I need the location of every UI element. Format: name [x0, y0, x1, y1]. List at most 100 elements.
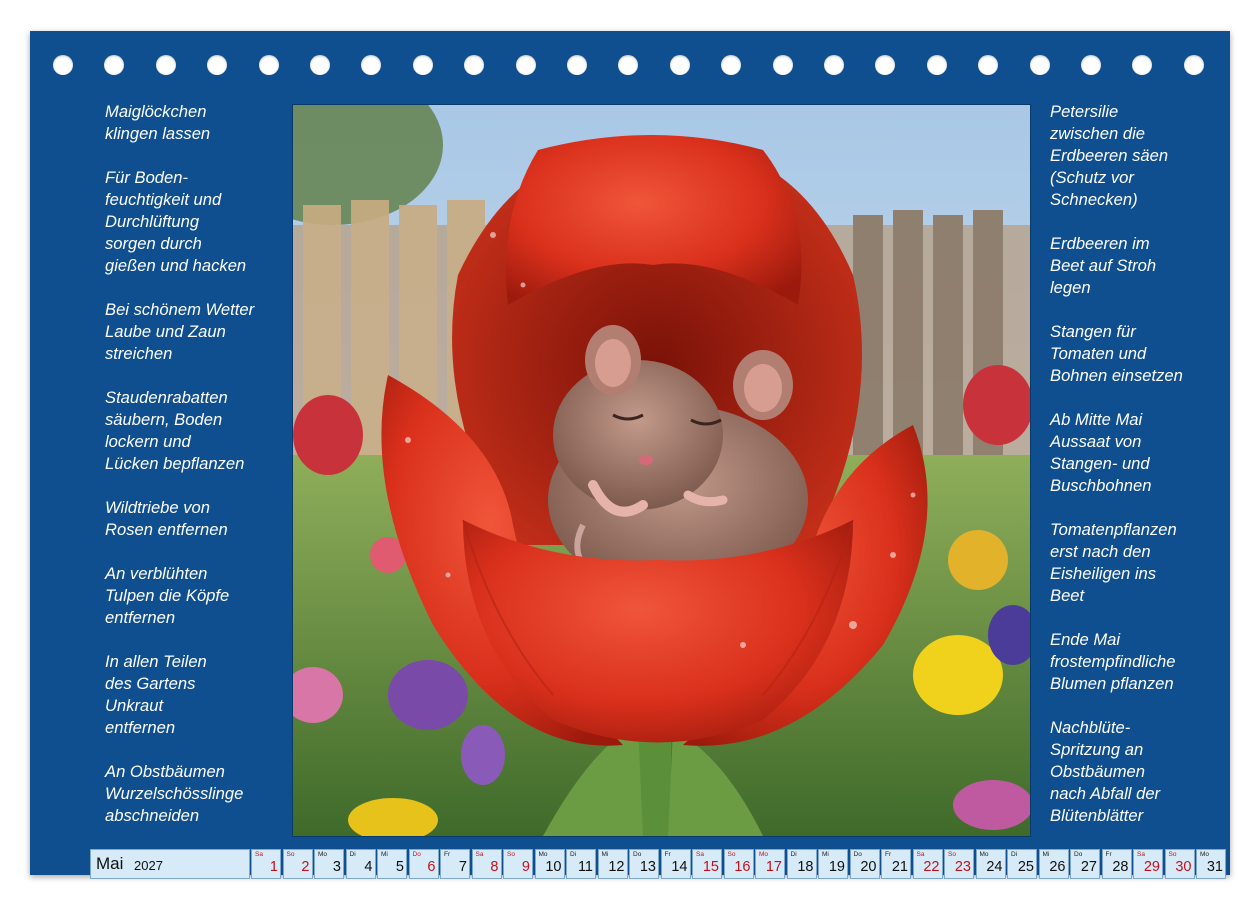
day-number: 21 — [891, 859, 908, 875]
day-number: 19 — [828, 859, 845, 875]
left-tip: An verblühten Tulpen die Köpfe entfernen — [105, 564, 230, 627]
weekday-abbr: Di — [349, 851, 356, 858]
weekday-abbr: So — [948, 851, 956, 858]
day-cell: Sa 22 — [912, 849, 943, 879]
weekday-abbr: Mi — [1042, 851, 1050, 858]
calendar-page: Maiglöckchen klingen lassen Für Boden- fe… — [30, 31, 1230, 879]
left-tip: Staudenrabatten säubern, Boden lockern u… — [105, 388, 245, 473]
calendar-photo-mouse-in-tulip — [292, 104, 1031, 837]
day-number: 9 — [521, 859, 530, 875]
weekday-abbr: Di — [1011, 851, 1018, 858]
day-cell: So 2 — [282, 849, 313, 879]
right-tip: Ende Mai frostempfindliche Blumen pflanz… — [1050, 630, 1176, 693]
day-number: 8 — [490, 859, 499, 875]
weekday-abbr: Mi — [601, 851, 609, 858]
weekday-abbr: Mo — [759, 851, 769, 858]
weekday-abbr: Fr — [444, 851, 451, 858]
day-cell: Di 4 — [345, 849, 376, 879]
day-cell: Fr 14 — [660, 849, 691, 879]
day-cell: Mi 5 — [377, 849, 407, 879]
day-cell: Sa 29 — [1133, 849, 1163, 879]
weekday-abbr: Sa — [916, 851, 925, 858]
weekday-abbr: Mi — [381, 851, 388, 858]
day-number: 10 — [545, 859, 562, 875]
weekday-abbr: Mo — [979, 851, 989, 858]
month-day-strip: Mai 2027 Sa 1 So 2 Mo 3 Di 4 Mi 5 Do 6 Fr 7 Sa 8 So 9 Mo 10… — [90, 849, 1235, 879]
day-cell: Do 6 — [408, 849, 439, 879]
day-number: 1 — [269, 859, 278, 875]
day-number: 28 — [1112, 859, 1129, 875]
day-cell: Di 11 — [566, 849, 596, 879]
garden-tips-left: Maiglöckchen klingen lassen Für Boden- fe… — [105, 101, 290, 849]
weekday-abbr: So — [727, 851, 736, 858]
weekday-abbr: Mo — [318, 851, 328, 858]
weekday-abbr: Di — [790, 851, 797, 858]
month-name: Mai — [96, 854, 124, 873]
right-tip: Stangen für Tomaten und Bohnen einsetzen — [1050, 322, 1183, 385]
day-number: 11 — [577, 859, 593, 875]
day-cell: Sa 8 — [471, 849, 502, 879]
day-number: 20 — [860, 859, 877, 875]
day-cell: Do 20 — [849, 849, 880, 879]
day-cell: Mi 19 — [818, 849, 848, 879]
day-cell: Do 13 — [629, 849, 659, 879]
weekday-abbr: Sa — [696, 851, 704, 858]
day-number: 6 — [427, 859, 436, 875]
weekday-abbr: Sa — [1137, 851, 1145, 858]
weekday-abbr: So — [286, 851, 295, 858]
day-cell: Fr 7 — [440, 849, 470, 879]
day-cell: Fr 21 — [881, 849, 911, 879]
day-cell: Sa 1 — [251, 849, 281, 879]
day-number: 18 — [797, 859, 814, 875]
day-cell: Mi 26 — [1038, 849, 1069, 879]
day-number: 3 — [332, 859, 341, 875]
left-tip: Bei schönem Wetter Laube und Zaun streic… — [105, 300, 255, 363]
day-number: 2 — [301, 859, 310, 875]
weekday-abbr: So — [507, 851, 515, 858]
day-number: 7 — [458, 859, 467, 875]
day-number: 15 — [702, 859, 719, 875]
weekday-abbr: Do — [633, 851, 642, 858]
left-tip: Maiglöckchen klingen lassen — [105, 102, 211, 143]
day-cell: Do 27 — [1070, 849, 1100, 879]
garden-tips-right: Petersilie zwischen die Erdbeeren säen (… — [1050, 101, 1235, 849]
day-cell: So 23 — [944, 849, 974, 879]
day-number: 31 — [1206, 859, 1223, 875]
day-cell: Di 25 — [1007, 849, 1037, 879]
day-cell: Sa 15 — [692, 849, 722, 879]
day-cell: So 9 — [503, 849, 533, 879]
day-number: 23 — [954, 859, 971, 875]
day-cell: Mo 24 — [975, 849, 1006, 879]
day-cell: Mo 10 — [534, 849, 565, 879]
weekday-abbr: Do — [853, 851, 862, 858]
right-tip: Petersilie zwischen die Erdbeeren säen (… — [1050, 102, 1169, 209]
weekday-abbr: Fr — [885, 851, 892, 858]
day-cell: So 30 — [1164, 849, 1195, 879]
weekday-abbr: Sa — [255, 851, 263, 858]
month-year: 2027 — [134, 858, 163, 873]
weekday-abbr: Do — [412, 851, 421, 858]
day-number: 13 — [639, 859, 656, 875]
day-number: 27 — [1080, 859, 1097, 875]
weekday-abbr: Fr — [1105, 851, 1112, 858]
left-tip: Wildtriebe von Rosen entfernen — [105, 498, 228, 539]
weekday-abbr: Mi — [822, 851, 829, 858]
weekday-abbr: Mo — [538, 851, 548, 858]
day-number: 4 — [364, 859, 373, 875]
right-tip: Ab Mitte Mai Aussaat von Stangen- und Bu… — [1050, 410, 1152, 495]
left-tip: In allen Teilen des Gartens Unkraut entf… — [105, 652, 207, 737]
day-number: 29 — [1143, 859, 1160, 875]
day-number: 30 — [1175, 859, 1192, 875]
weekday-abbr: Mo — [1200, 851, 1210, 858]
day-number: 5 — [395, 859, 404, 875]
weekday-abbr: Di — [570, 851, 577, 858]
day-cell: Mo 31 — [1196, 849, 1226, 879]
day-number: 24 — [986, 859, 1003, 875]
day-number: 16 — [734, 859, 751, 875]
day-number: 26 — [1049, 859, 1066, 875]
day-cell: So 16 — [723, 849, 754, 879]
day-number: 25 — [1017, 859, 1034, 875]
left-tip: An Obstbäumen Wurzelschösslinge abschnei… — [105, 762, 244, 825]
day-cell: Mo 3 — [314, 849, 344, 879]
weekday-abbr: Do — [1074, 851, 1083, 858]
